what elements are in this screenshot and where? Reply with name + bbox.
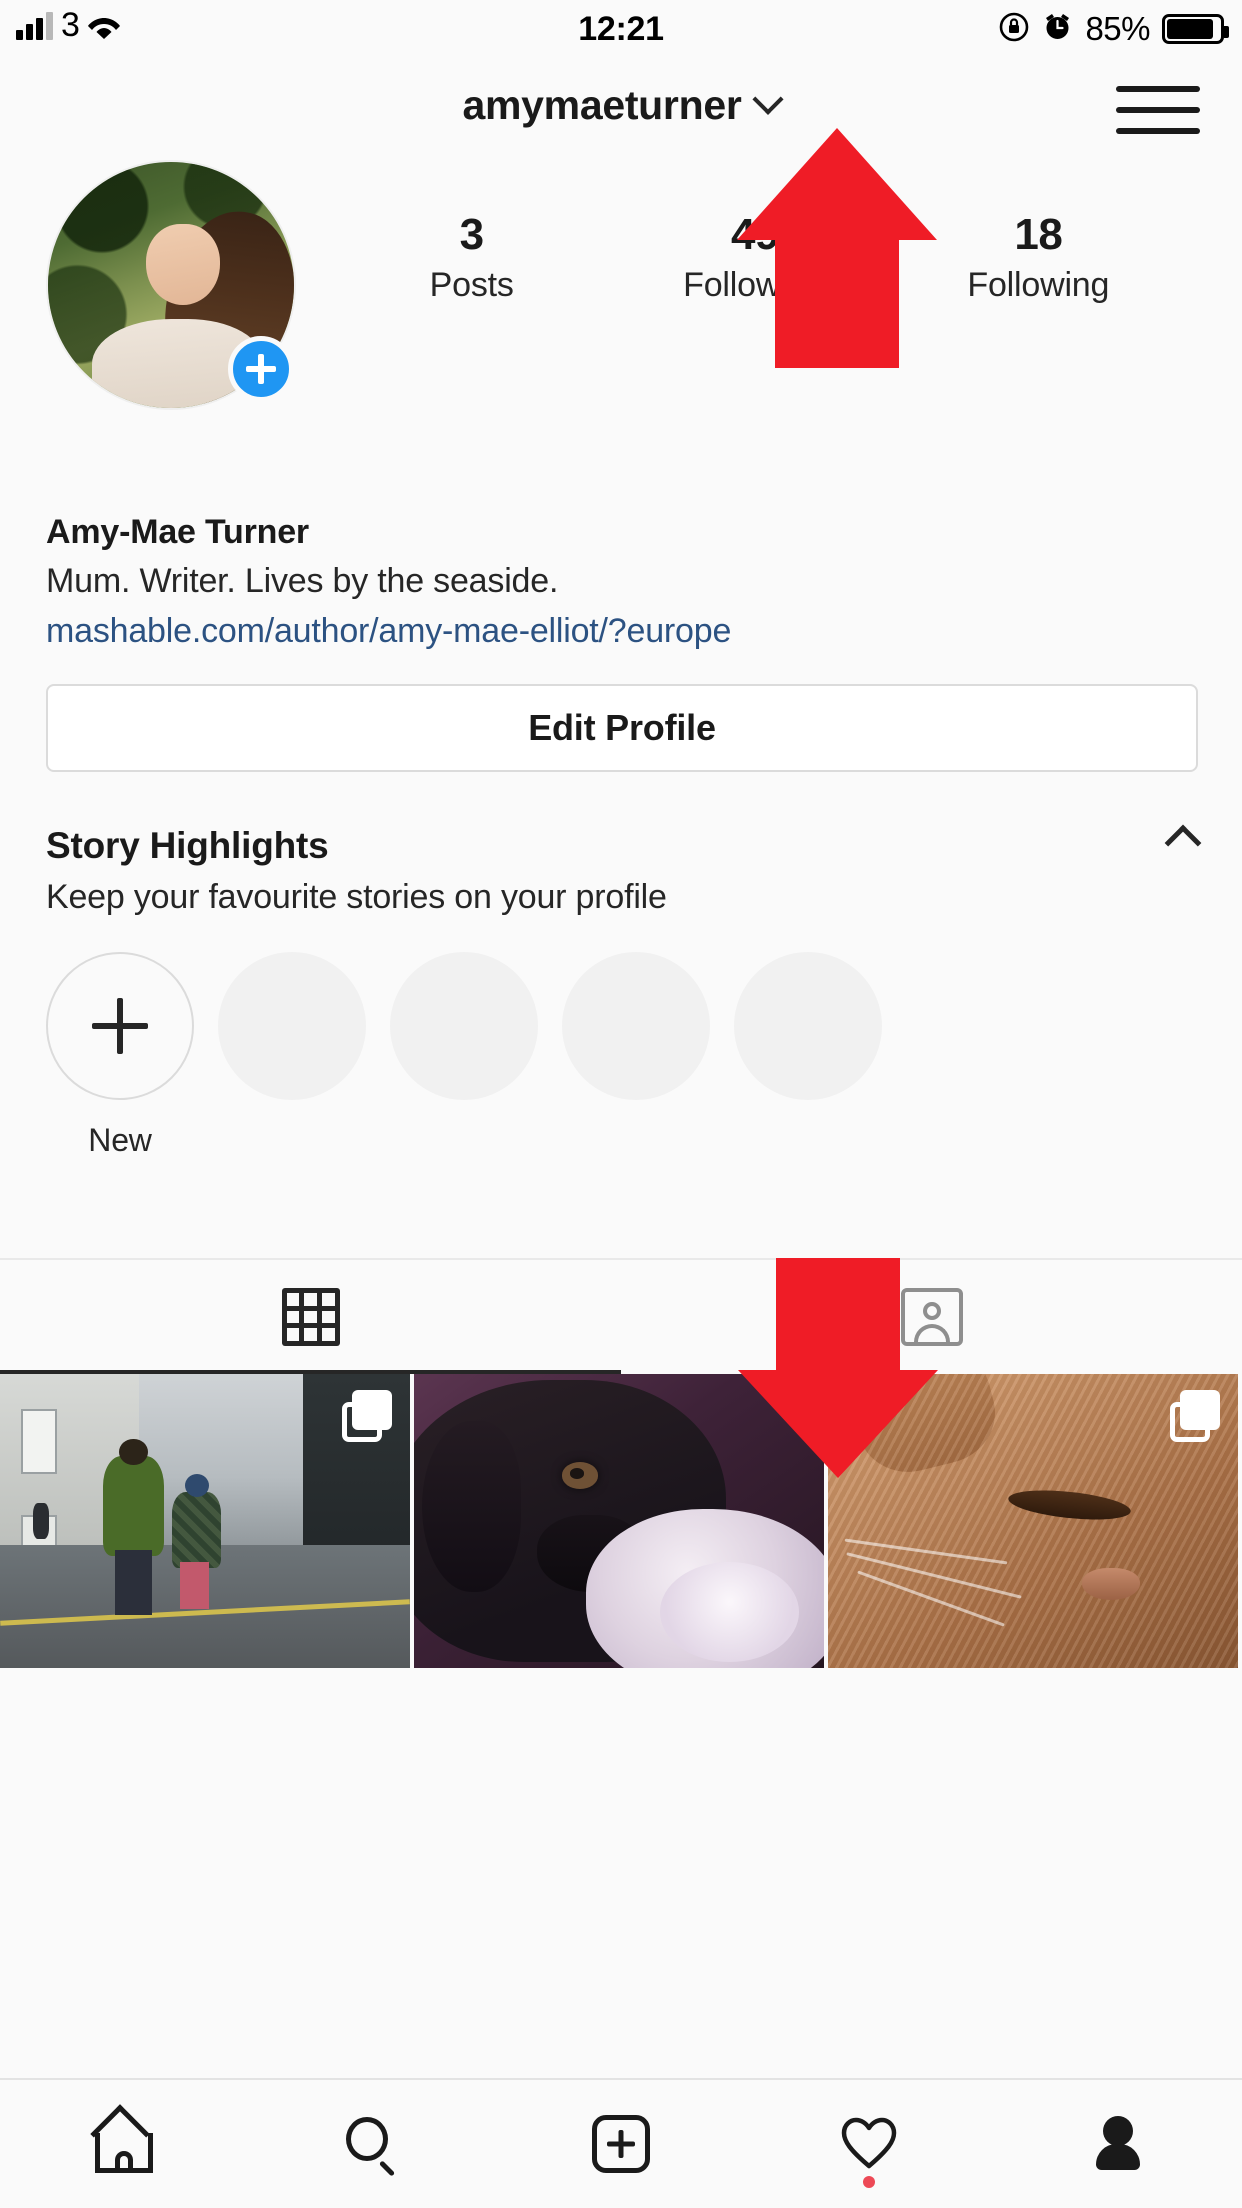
placeholder-circle — [218, 952, 366, 1100]
profile-bio: Amy-Mae Turner Mum. Writer. Lives by the… — [46, 508, 1146, 656]
story-highlight-placeholder[interactable] — [390, 952, 538, 1159]
battery-icon — [1162, 14, 1224, 44]
profile-tab-bar — [0, 1258, 1242, 1374]
chevron-down-icon — [753, 84, 784, 115]
posts-label: Posts — [330, 262, 613, 308]
battery-percent-label: 85% — [1085, 10, 1150, 48]
posts-count: 3 — [330, 208, 613, 262]
grid-icon — [282, 1288, 340, 1346]
rotation-lock-icon — [998, 11, 1030, 48]
search-tab[interactable] — [248, 2080, 496, 2208]
profile-bio-text: Mum. Writer. Lives by the seaside. — [46, 556, 1146, 606]
story-highlights-subtitle: Keep your favourite stories on your prof… — [46, 872, 1196, 922]
avatar-container[interactable] — [46, 160, 296, 410]
profile-header: 3 Posts 49 Followers 18 Following — [0, 160, 1242, 410]
home-icon — [95, 2115, 153, 2173]
search-icon — [344, 2115, 402, 2173]
add-story-button[interactable] — [228, 336, 294, 402]
edit-profile-label: Edit Profile — [528, 707, 716, 749]
profile-website-link[interactable]: mashable.com/author/amy-mae-elliot/?euro… — [46, 606, 1146, 656]
alarm-icon — [1042, 11, 1073, 47]
notification-badge — [863, 2176, 875, 2188]
clock-label: 12:21 — [578, 10, 663, 48]
edit-profile-button[interactable]: Edit Profile — [46, 684, 1198, 772]
placeholder-circle — [562, 952, 710, 1100]
story-highlight-new[interactable]: New — [46, 952, 194, 1159]
story-highlights-section: Story Highlights Keep your favourite sto… — [0, 820, 1242, 1159]
story-highlight-placeholder[interactable] — [734, 952, 882, 1159]
story-highlights-header: Story Highlights Keep your favourite sto… — [0, 820, 1242, 922]
home-tab[interactable] — [0, 2080, 248, 2208]
heart-icon — [840, 2117, 898, 2171]
top-navigation-bar: amymaeturner — [0, 62, 1242, 148]
stat-posts[interactable]: 3 Posts — [330, 208, 613, 308]
grid-tab[interactable] — [0, 1260, 621, 1374]
stat-following[interactable]: 18 Following — [897, 208, 1180, 308]
story-highlight-placeholder[interactable] — [218, 952, 366, 1159]
story-highlight-label: New — [88, 1122, 151, 1159]
instagram-profile-screen: 3 12:21 — [0, 0, 1242, 2208]
add-post-tab[interactable] — [497, 2080, 745, 2208]
profile-tab[interactable] — [994, 2080, 1242, 2208]
status-bar: 3 12:21 — [0, 0, 1242, 62]
placeholder-circle — [734, 952, 882, 1100]
plus-square-icon — [592, 2115, 650, 2173]
activity-tab[interactable] — [745, 2080, 993, 2208]
story-highlight-placeholder[interactable] — [562, 952, 710, 1159]
profile-username: amymaeturner — [463, 82, 742, 129]
post-grid — [0, 1374, 1242, 1668]
story-highlights-title: Story Highlights — [46, 820, 1196, 872]
following-count: 18 — [897, 208, 1180, 262]
post-thumbnail[interactable] — [0, 1374, 410, 1668]
arrow-down-to-profile — [738, 1258, 938, 1458]
person-icon — [1092, 2116, 1144, 2172]
following-label: Following — [897, 262, 1180, 308]
story-highlights-list: New — [0, 952, 1242, 1159]
bottom-navigation-bar — [0, 2078, 1242, 2208]
plus-icon[interactable] — [46, 952, 194, 1100]
hamburger-menu-icon[interactable] — [1116, 86, 1200, 134]
status-bar-right: 85% — [998, 10, 1224, 48]
profile-full-name: Amy-Mae Turner — [46, 508, 1146, 556]
username-switcher[interactable]: amymaeturner — [463, 82, 780, 129]
arrow-up-to-menu — [737, 128, 937, 368]
avatar-face — [146, 224, 220, 305]
placeholder-circle — [390, 952, 538, 1100]
